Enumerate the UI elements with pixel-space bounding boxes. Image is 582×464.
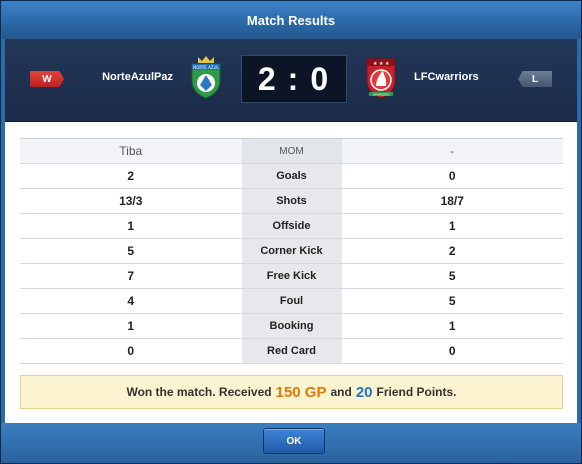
svg-text:★: ★ <box>379 61 384 67</box>
stat-label: Red Card <box>241 338 342 364</box>
home-team-name: NorteAzulPaz <box>102 71 173 83</box>
stat-label: Foul <box>241 288 342 314</box>
away-crest-icon: ★ ★ ★ WARRIORS <box>366 58 396 99</box>
stat-label: Shots <box>241 188 342 214</box>
stat-row-foul: 4 Foul 5 <box>20 288 563 314</box>
away-mom: - <box>341 138 563 164</box>
svg-text:★: ★ <box>385 61 390 67</box>
home-value: 0 <box>20 338 242 364</box>
gp-amount: 150 GP <box>275 383 327 401</box>
reward-suffix: Friend Points. <box>376 385 457 399</box>
match-results-window: Match Results W NorteAzulPaz NORTE AZUL … <box>0 0 582 464</box>
away-value: 1 <box>341 213 563 239</box>
home-mom: Tiba <box>20 138 242 164</box>
away-score: 0 <box>310 60 331 97</box>
home-crest-text: NORTE AZUL <box>193 65 219 70</box>
loss-tag: L <box>518 71 552 87</box>
home-value: 1 <box>20 313 242 339</box>
friend-points-amount: 20 <box>355 383 373 401</box>
home-score: 2 <box>257 60 278 97</box>
away-value: 1 <box>341 313 563 339</box>
win-tag: W <box>30 71 64 87</box>
stat-label: Booking <box>241 313 342 339</box>
away-value: 5 <box>341 263 563 289</box>
away-team-name: LFCwarriors <box>414 71 479 83</box>
away-value: 0 <box>341 338 563 364</box>
away-value: 2 <box>341 238 563 264</box>
score-separator: : <box>287 60 301 97</box>
stat-label: Offside <box>241 213 342 239</box>
stat-row-goals: 2 Goals 0 <box>20 163 563 189</box>
reward-middle: and <box>330 385 352 399</box>
away-crest-text: WARRIORS <box>373 93 389 97</box>
ok-button[interactable]: OK <box>263 428 325 454</box>
stat-row-shots: 13/3 Shots 18/7 <box>20 188 563 214</box>
home-value: 7 <box>20 263 242 289</box>
home-value: 1 <box>20 213 242 239</box>
stats-table: Tiba MOM - 2 Goals 0 13/3 Shots 18/7 1 O… <box>20 138 563 364</box>
reward-prefix: Won the match. Received <box>126 385 272 399</box>
stat-label: Goals <box>241 163 342 189</box>
stat-row-free-kick: 7 Free Kick 5 <box>20 263 563 289</box>
dialog-footer: OK <box>1 423 581 463</box>
window-title: Match Results <box>1 1 581 39</box>
home-value: 4 <box>20 288 242 314</box>
stat-row-corner-kick: 5 Corner Kick 2 <box>20 238 563 264</box>
stat-row-red-card: 0 Red Card 0 <box>20 338 563 364</box>
svg-text:★: ★ <box>373 61 378 67</box>
stat-label: Corner Kick <box>241 238 342 264</box>
mom-row: Tiba MOM - <box>20 138 563 164</box>
stat-row-booking: 1 Booking 1 <box>20 313 563 339</box>
home-value: 2 <box>20 163 242 189</box>
stat-label: Free Kick <box>241 263 342 289</box>
reward-banner: Won the match. Received 150 GP and 20 Fr… <box>20 375 563 409</box>
stats-panel: Tiba MOM - 2 Goals 0 13/3 Shots 18/7 1 O… <box>5 122 577 423</box>
home-crest-icon: NORTE AZUL <box>191 56 221 99</box>
stat-row-offside: 1 Offside 1 <box>20 213 563 239</box>
mom-label: MOM <box>241 138 342 164</box>
home-value: 5 <box>20 238 242 264</box>
scoreboard: W NorteAzulPaz NORTE AZUL 2 : 0 ★ ★ ★ WA… <box>5 39 577 122</box>
away-value: 18/7 <box>341 188 563 214</box>
away-value: 0 <box>341 163 563 189</box>
score-display: 2 : 0 <box>241 55 347 103</box>
home-value: 13/3 <box>20 188 242 214</box>
away-value: 5 <box>341 288 563 314</box>
